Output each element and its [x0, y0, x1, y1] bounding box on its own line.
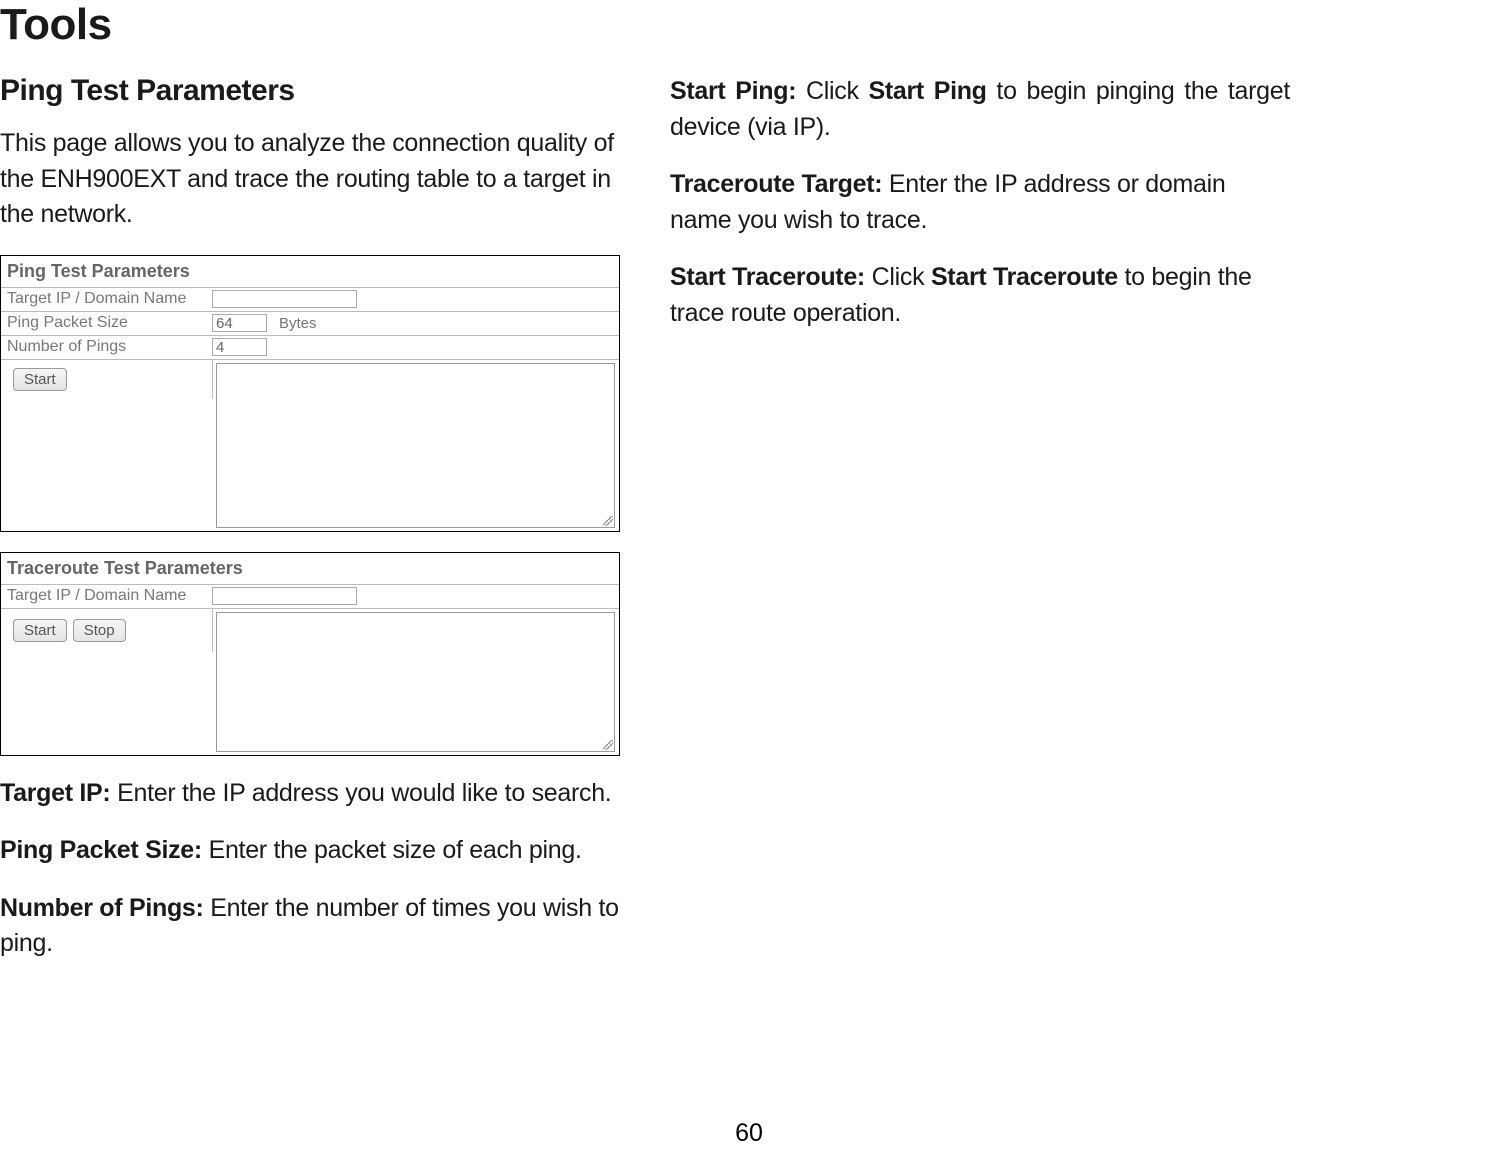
packet-size-input[interactable]	[212, 314, 267, 332]
ping-panel: Ping Test Parameters Target IP / Domain …	[0, 255, 620, 532]
traceroute-stop-button[interactable]: Stop	[73, 619, 126, 642]
packet-size-unit: Bytes	[279, 315, 317, 332]
ping-output	[216, 363, 615, 528]
section-title: Ping Test Parameters	[0, 74, 620, 108]
number-pings-input[interactable]	[212, 338, 267, 356]
resize-handle-icon	[603, 740, 613, 750]
traceroute-target-label: Target IP / Domain Name	[7, 587, 212, 605]
packet-size-description: Ping Packet Size: Enter the packet size …	[0, 833, 620, 869]
target-ip-label: Target IP / Domain Name	[7, 290, 212, 308]
resize-handle-icon	[603, 516, 613, 526]
start-traceroute-description: Start Traceroute: Click Start Traceroute…	[670, 260, 1290, 331]
traceroute-start-button[interactable]: Start	[13, 619, 67, 642]
target-ip-description: Target IP: Enter the IP address you woul…	[0, 776, 620, 812]
target-ip-input[interactable]	[212, 290, 357, 308]
ping-panel-title: Ping Test Parameters	[1, 256, 619, 288]
intro-paragraph: This page allows you to analyze the conn…	[0, 126, 620, 233]
page-title: Tools	[0, 0, 1498, 50]
traceroute-panel: Traceroute Test Parameters Target IP / D…	[0, 552, 620, 756]
traceroute-target-description: Traceroute Target: Enter the IP address …	[670, 167, 1290, 238]
packet-size-label: Ping Packet Size	[7, 314, 212, 332]
traceroute-output	[216, 612, 615, 752]
number-pings-label: Number of Pings	[7, 338, 212, 356]
traceroute-panel-title: Traceroute Test Parameters	[1, 553, 619, 585]
start-ping-description: Start Ping: Click Start Ping to begin pi…	[670, 74, 1290, 145]
number-pings-description: Number of Pings: Enter the number of tim…	[0, 891, 620, 962]
ping-start-button[interactable]: Start	[13, 368, 67, 391]
page-number: 60	[735, 1119, 763, 1148]
traceroute-target-input[interactable]	[212, 587, 357, 605]
